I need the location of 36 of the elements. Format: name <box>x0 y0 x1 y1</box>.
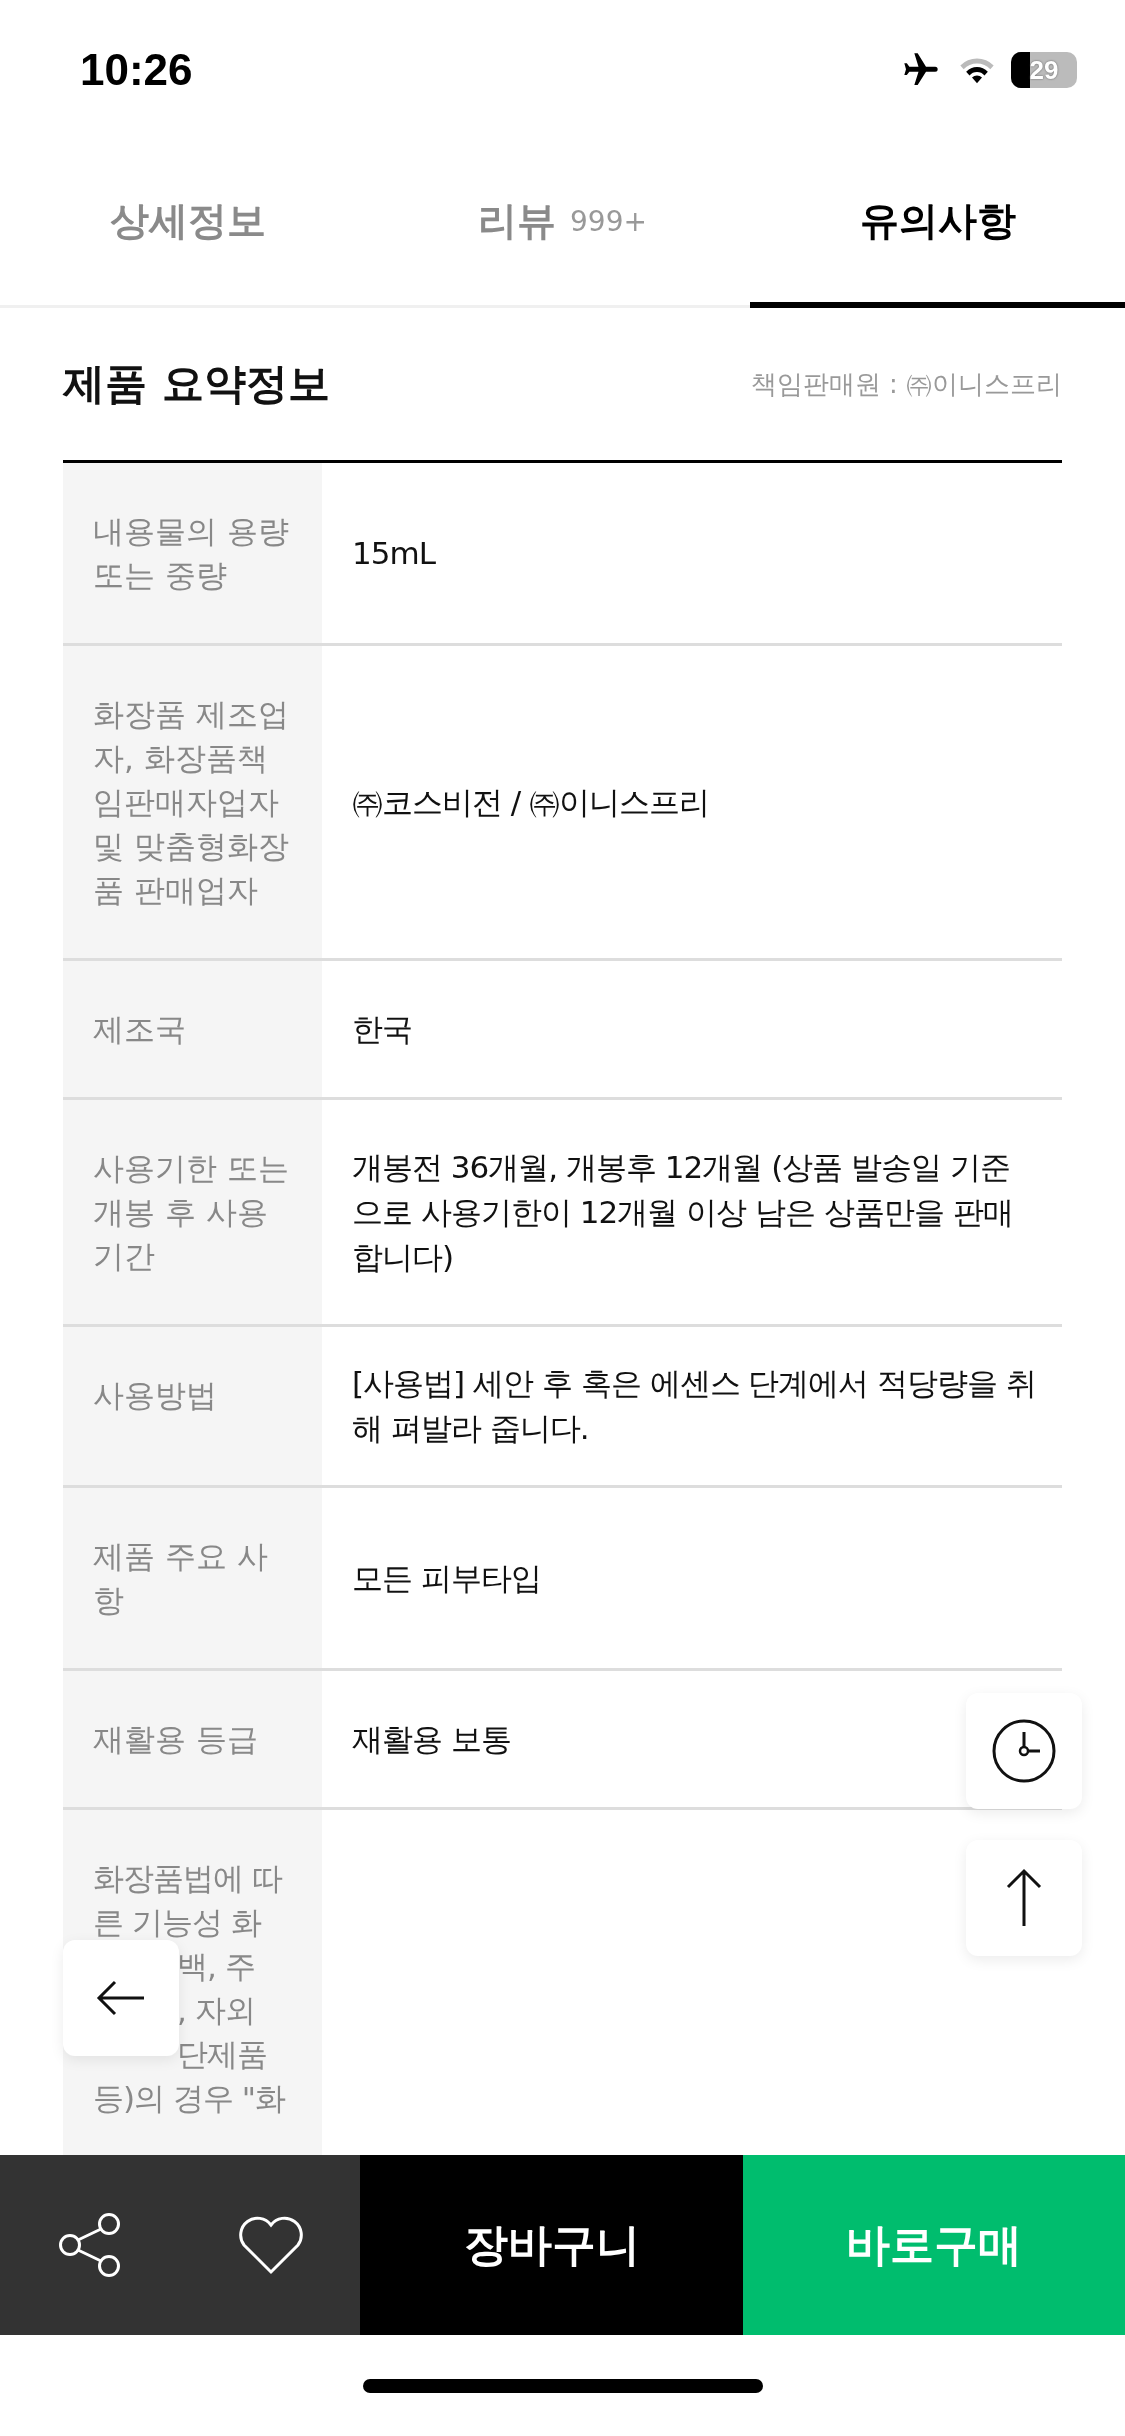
row-label: 제품 주요 사 항 <box>63 1488 322 1668</box>
row-value: 개봉전 36개월, 개봉후 12개월 (상품 발송일 기준으로 사용기한이 12개월 이상 남은 상품만을 판매합니다) <box>352 1147 1014 1277</box>
row-label: 사용방법 <box>63 1327 322 1485</box>
row-label: 사용기한 또는 개봉 후 사용 기간 <box>63 1100 322 1324</box>
row-label: 등)의 경우 "화 <box>93 2080 286 2116</box>
buy-now-button[interactable]: 바로구매 <box>743 2155 1125 2335</box>
row-value: 재활용 보통 <box>352 1719 511 1759</box>
cart-button[interactable]: 장바구니 <box>360 2155 743 2335</box>
back-button[interactable] <box>63 1940 179 2056</box>
row-value: [사용법] 세안 후 혹은 에센스 단계에서 적당량을 취해 펴발라 줍니다. <box>352 1364 1038 1448</box>
row-label: 백, 주 <box>177 1948 255 1984</box>
seller-info: 책임판매원 : ㈜이니스프리 <box>750 367 1062 401</box>
scroll-top-button[interactable] <box>966 1840 1082 1956</box>
row-label: 화장품 제조업 자, 화장품책 임판매자업자 및 맞춤형화장 품 판매업자 <box>63 646 322 958</box>
row-value: 한국 <box>352 1009 412 1049</box>
row-label: 제조국 <box>63 961 322 1097</box>
up-arrow-icon <box>1004 1868 1044 1928</box>
clock-icon <box>991 1718 1057 1784</box>
row-value: 모든 피부타입 <box>352 1558 541 1598</box>
row-value: 15mL <box>352 533 435 573</box>
tab[interactable]: 유의사항 <box>750 140 1125 308</box>
status-time: 10:26 <box>80 45 193 95</box>
row-label: 단제품 <box>177 2036 267 2072</box>
section-title: 제품 요약정보 <box>63 358 330 410</box>
row-value: ㈜코스비전 / ㈜이니스프리 <box>352 782 710 822</box>
row-label: 른 기능성 화 <box>93 1904 261 1940</box>
back-arrow-icon <box>96 1980 146 2016</box>
tab[interactable]: 상세정보 <box>0 140 375 308</box>
row-label: , 자외 <box>177 1992 255 2028</box>
heart-icon <box>237 2215 304 2275</box>
row-label: 내용물의 용량 또는 중량 <box>63 463 322 643</box>
battery-icon: 29 <box>1011 52 1077 88</box>
row-label: 화장품법에 따 <box>93 1860 282 1896</box>
row-label: 재활용 등급 <box>63 1671 322 1807</box>
tab[interactable]: 리뷰 999+ <box>375 140 750 308</box>
recent-button[interactable] <box>966 1693 1082 1809</box>
